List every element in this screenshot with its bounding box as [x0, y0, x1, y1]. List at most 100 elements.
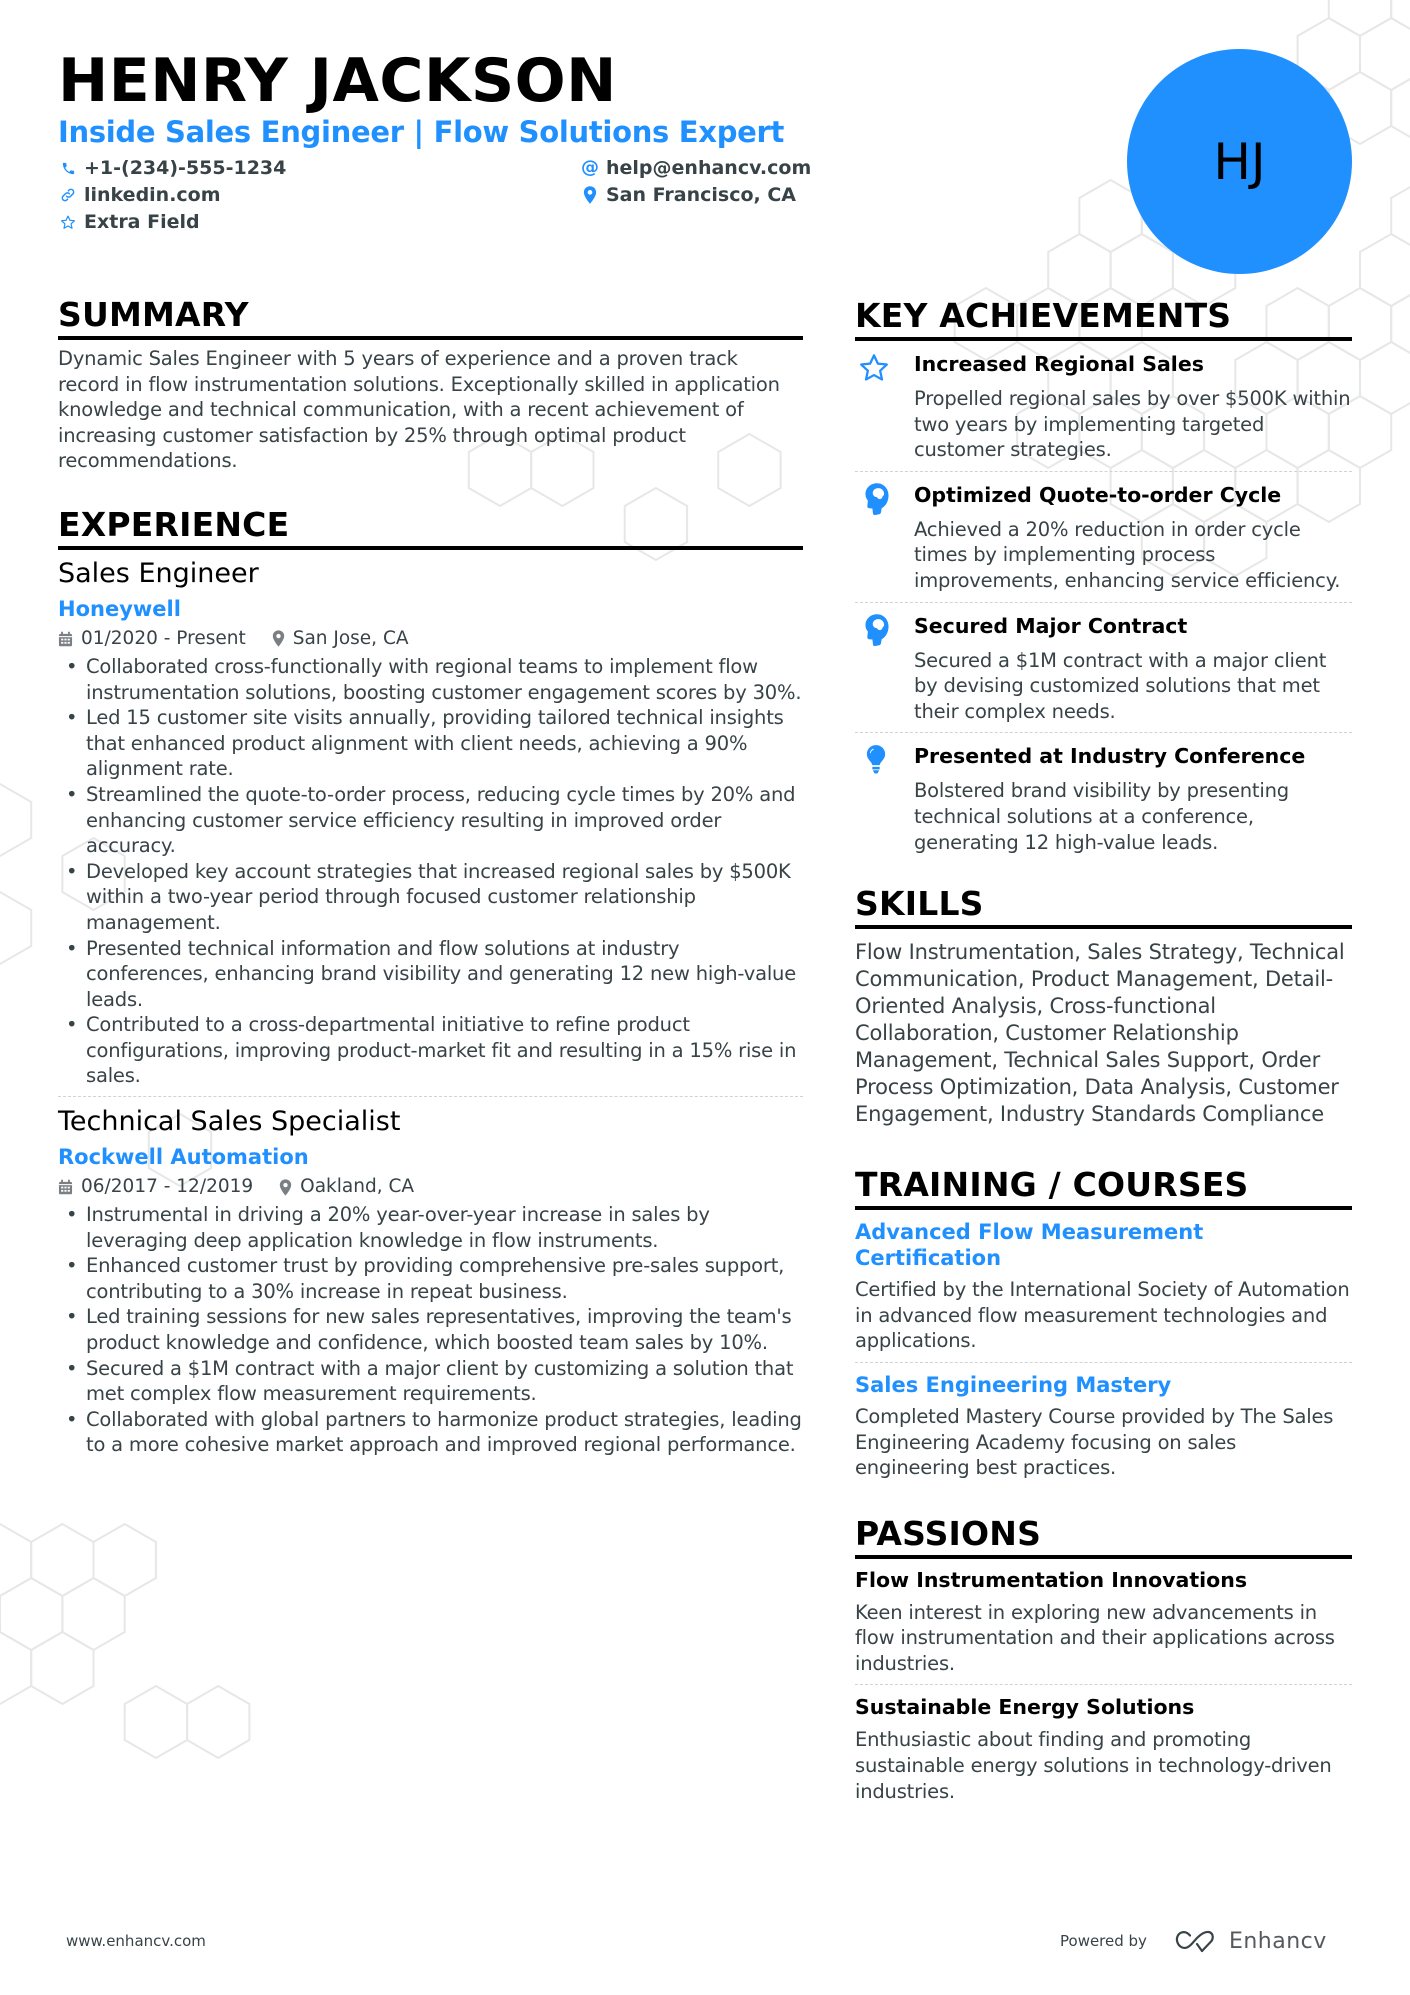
achievement-title: Secured Major Contract — [914, 613, 1188, 638]
footer-website-link[interactable]: www.enhancv.com — [66, 1932, 206, 1950]
powered-by-label: Powered by — [1060, 1932, 1147, 1950]
head-brain-icon — [855, 613, 914, 647]
bullet-item: Developed key account strategies that in… — [58, 859, 803, 936]
achievement-text: Propelled regional sales by over $500K w… — [914, 387, 1351, 462]
calendar-icon — [58, 1179, 73, 1195]
contact-linkedin-text: linkedin.com — [84, 184, 221, 206]
bullet-item: Led 15 customer site visits annually, pr… — [58, 705, 803, 782]
job-dates: 06/2017 - 12/2019 — [81, 1176, 254, 1198]
hexagon-shape — [0, 782, 33, 858]
entry-divider — [855, 1684, 1352, 1686]
contact-extra-field[interactable]: Extra Field — [60, 209, 200, 235]
job-title: Technical Sales Specialist — [58, 1106, 401, 1138]
skills-text: Flow Instrumentation, Sales Strategy, Te… — [855, 940, 1345, 1127]
experience-section: EXPERIENCE Sales Engineer Honeywell 01/2… — [58, 504, 803, 1458]
bullet-item: Enhanced customer trust by providing com… — [58, 1253, 803, 1304]
contact-email-text: help@enhancv.com — [606, 157, 812, 179]
bullet-item: Instrumental in driving a 20% year-over-… — [58, 1202, 803, 1253]
hexagon-shape — [30, 1522, 95, 1598]
location-pin-icon — [279, 1178, 292, 1196]
summary-text: Dynamic Sales Engineer with 5 years of e… — [58, 347, 780, 473]
hexagon-shape — [92, 1522, 157, 1598]
section-title-summary: SUMMARY — [58, 295, 249, 334]
contact-linkedin[interactable]: linkedin.com — [60, 182, 221, 208]
hexagon-shape — [1390, 293, 1410, 355]
hexagon-shape — [1359, 16, 1410, 92]
left-column: SUMMARY Dynamic Sales Engineer with 5 ye… — [58, 296, 803, 1458]
footer-powered-by[interactable]: Powered by Enhancv — [1060, 1928, 1327, 1954]
section-rule — [855, 1206, 1352, 1211]
hexagon-shape — [61, 1576, 126, 1652]
job-title: Sales Engineer — [58, 557, 259, 589]
hexagon-shape — [30, 1630, 95, 1706]
candidate-name: HENRY JACKSON — [58, 46, 617, 116]
hexagon-shape — [0, 1522, 33, 1598]
course-item: Sales Engineering Mastery Completed Mast… — [855, 1372, 1352, 1481]
lightbulb-icon — [855, 743, 914, 777]
entry-divider — [855, 732, 1352, 734]
hexagon-shape — [1359, 340, 1410, 416]
achievement-item: Increased Regional Sales Propelled regio… — [855, 351, 1352, 463]
contact-location-text: San Francisco, CA — [606, 184, 797, 206]
skills-section: SKILLS Flow Instrumentation, Sales Strat… — [855, 885, 1352, 1128]
passion-text: Enthusiastic about finding and promoting… — [855, 1728, 1332, 1803]
bullet-item: Presented technical information and flow… — [58, 936, 803, 1013]
entry-divider — [855, 470, 1352, 472]
hexagon-shape — [1390, 0, 1410, 31]
link-icon — [60, 186, 76, 204]
job-location: Oakland, CA — [300, 1176, 415, 1198]
achievement-title: Optimized Quote-to-order Cycle — [914, 482, 1282, 507]
hexagon-shape — [1390, 77, 1410, 139]
job-bullets: Collaborated cross-functionally with reg… — [58, 654, 803, 1089]
passion-item: Flow Instrumentation Innovations Keen in… — [855, 1567, 1352, 1677]
achievement-text: Achieved a 20% reduction in order cycle … — [914, 517, 1341, 592]
section-rule — [58, 545, 803, 550]
bullet-item: Streamlined the quote-to-order process, … — [58, 782, 803, 859]
achievement-title: Increased Regional Sales — [914, 352, 1204, 376]
bullet-item: Collaborated cross-functionally with reg… — [58, 654, 803, 705]
hexagon-shape — [186, 1684, 251, 1760]
hexagon-shape — [1390, 185, 1410, 247]
achievement-text: Bolstered brand visibility by presenting… — [914, 779, 1289, 854]
key-achievements-section: KEY ACHIEVEMENTS Increased Regional Sale… — [855, 297, 1352, 855]
job-meta: 06/2017 - 12/2019 Oakland, CA — [58, 1175, 803, 1199]
job-location: San Jose, CA — [292, 627, 409, 649]
phone-icon — [60, 159, 76, 177]
hexagon-shape — [1327, 0, 1393, 38]
achievement-title: Presented at Industry Conference — [914, 744, 1306, 769]
section-title-experience: EXPERIENCE — [58, 504, 290, 544]
section-title-skills: SKILLS — [855, 884, 984, 924]
enhancv-brand: Enhancv — [1173, 1928, 1327, 1954]
job-meta: 01/2020 - Present San Jose, CA — [58, 627, 803, 651]
hexagon-shape — [0, 890, 33, 966]
achievement-item: Optimized Quote-to-order Cycle Achieved … — [855, 482, 1352, 594]
contact-location: San Francisco, CA — [582, 182, 796, 208]
job-company: Rockwell Automation — [58, 1145, 309, 1170]
achievement-item: Secured Major Contract Secured a $1M con… — [855, 613, 1352, 725]
training-courses-section: TRAINING / COURSES Advanced Flow Measure… — [855, 1166, 1352, 1481]
course-title: Sales Engineering Mastery — [855, 1372, 1172, 1397]
passions-section: PASSIONS Flow Instrumentation Innovation… — [855, 1514, 1352, 1805]
hexagon-shape — [0, 1630, 33, 1706]
summary-section: SUMMARY Dynamic Sales Engineer with 5 ye… — [58, 296, 803, 474]
star-icon — [60, 213, 76, 231]
section-title-key-achievements: KEY ACHIEVEMENTS — [855, 296, 1232, 335]
course-text: Completed Mastery Course provided by The… — [855, 1404, 1334, 1480]
passion-title: Sustainable Energy Solutions — [855, 1695, 1195, 1720]
star-outline-icon — [855, 351, 914, 385]
entry-divider — [855, 601, 1352, 603]
section-title-training-courses: TRAINING / COURSES — [855, 1165, 1249, 1205]
section-rule — [855, 925, 1352, 930]
bullet-item: Collaborated with global partners to har… — [58, 1407, 803, 1458]
entry-divider — [855, 1361, 1352, 1363]
contact-phone[interactable]: +1-(234)-555-1234 — [60, 155, 286, 181]
contact-extra-field-text: Extra Field — [84, 211, 200, 233]
section-rule — [58, 336, 803, 340]
at-icon: @ — [581, 157, 599, 178]
avatar-initials: HJ — [1127, 49, 1352, 274]
contact-email[interactable]: @ help@enhancv.com — [581, 155, 812, 181]
course-text: Certified by the International Society o… — [855, 1278, 1350, 1353]
course-title: Advanced Flow Measurement Certification — [855, 1220, 1204, 1271]
hexagon-shape — [123, 1684, 189, 1760]
passion-item: Sustainable Energy Solutions Enthusiasti… — [855, 1694, 1352, 1804]
